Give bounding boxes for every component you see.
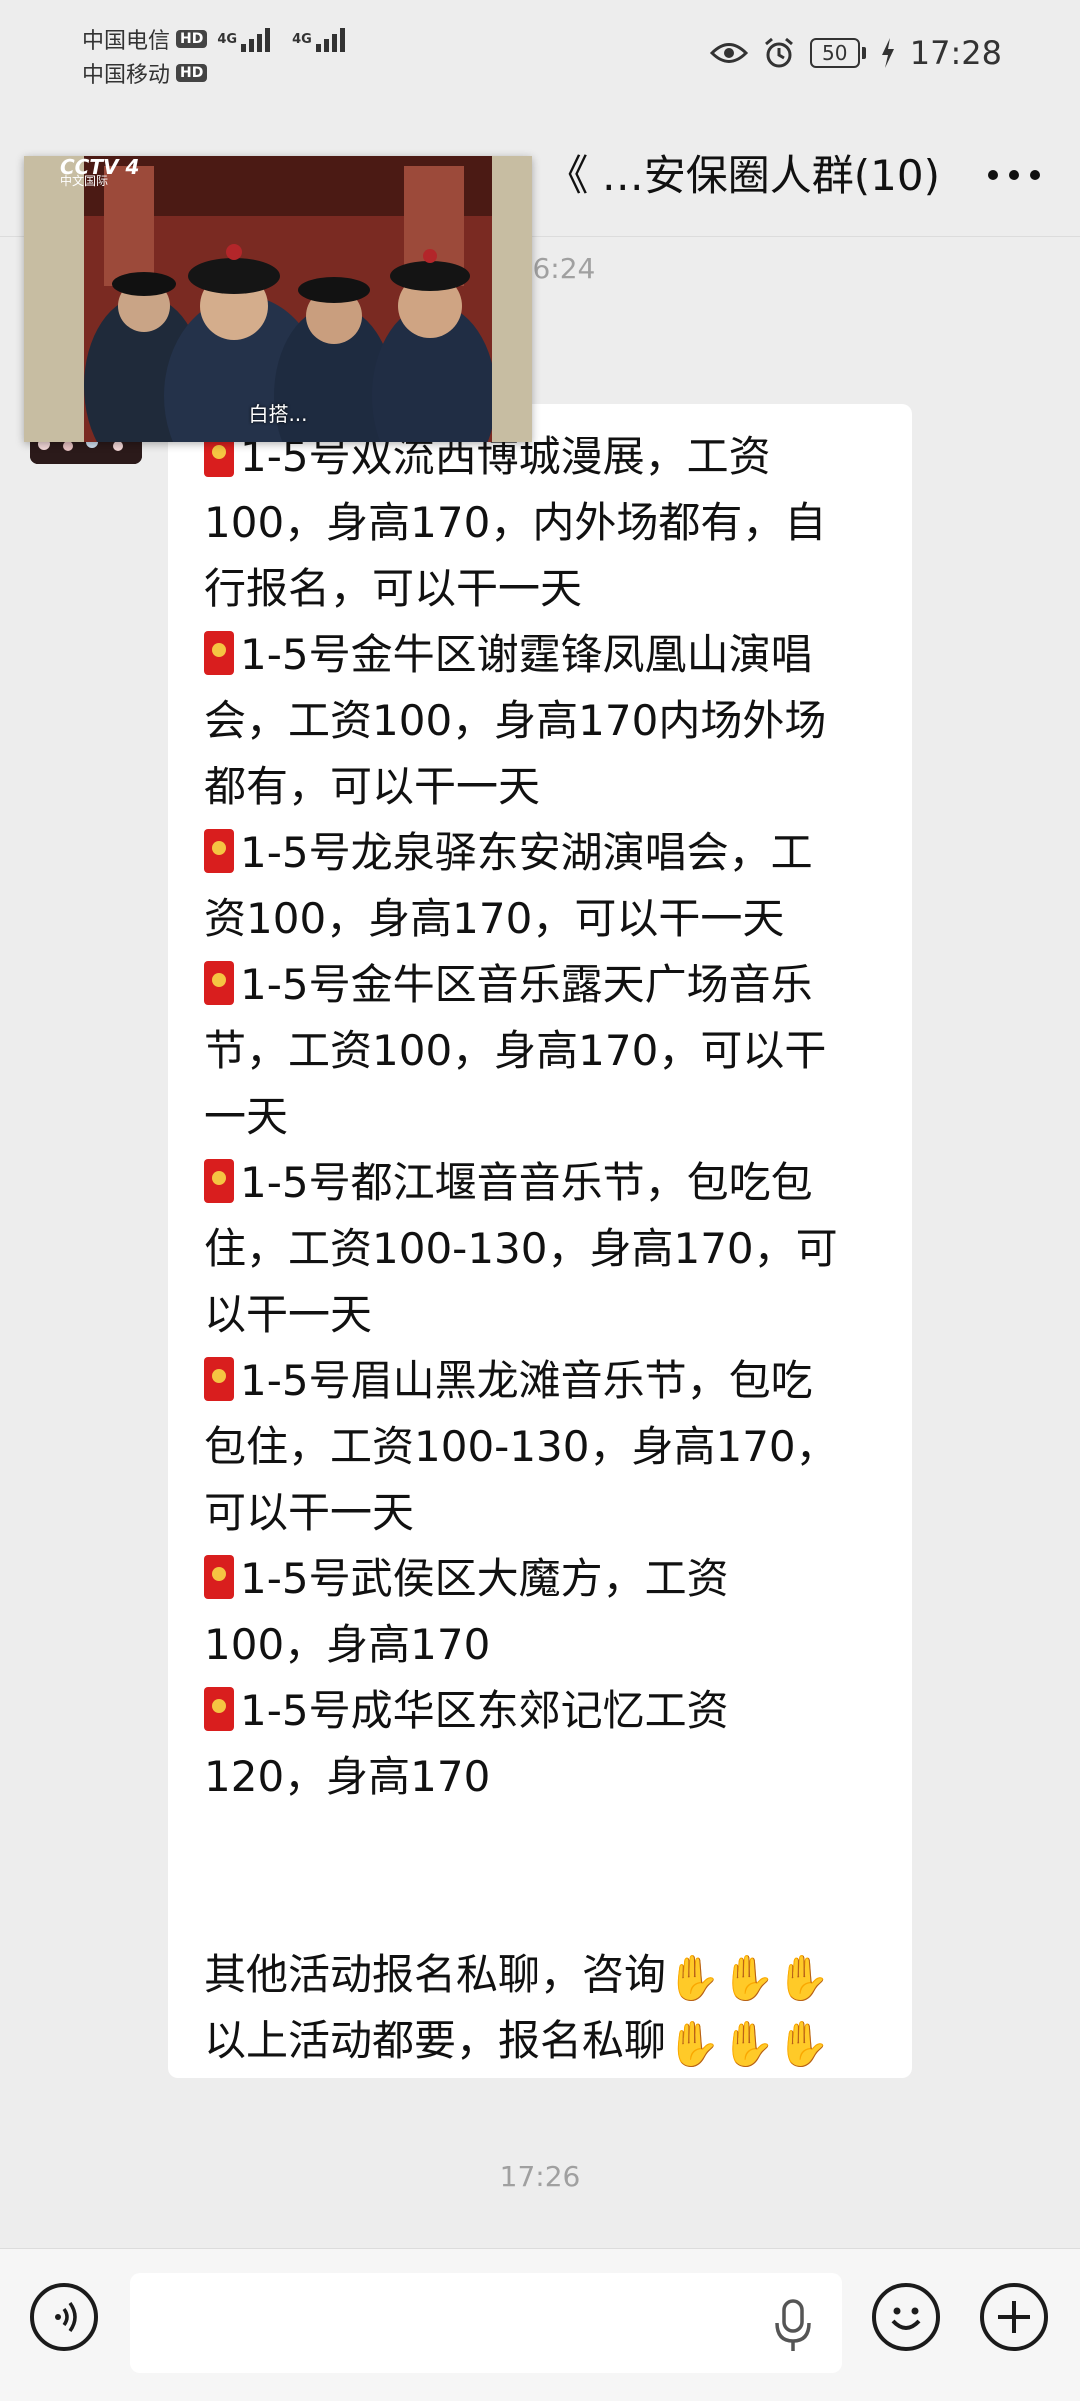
message-text: 100，身高170，内外场都有，自 — [204, 498, 827, 547]
channel-logo: CCTV 4 中文国际 — [60, 156, 140, 188]
red-envelope-icon — [204, 1159, 234, 1203]
voice-mode-button[interactable] — [30, 2283, 98, 2351]
floating-video-window[interactable]: CCTV 4 中文国际 白搭... — [24, 156, 532, 442]
voice-icon — [55, 2301, 77, 2333]
message-text: 包住，工资100-130，身高170， — [204, 1422, 838, 1471]
eye-comfort-icon — [709, 43, 748, 63]
more-options-icon[interactable] — [988, 170, 1040, 180]
red-envelope-icon — [204, 1357, 234, 1401]
carrier-info: 中国电信 HD 4G 4G 中国移动 HD — [82, 22, 345, 90]
message-line: 可以干一天 — [204, 1480, 882, 1546]
message-line: 一天 — [204, 1084, 882, 1150]
message-line: 其他活动报名私聊，咨询✋✋✋ — [204, 1942, 882, 2008]
message-text: 以上活动都要，报名私聊 — [204, 2016, 667, 2065]
microphone-icon[interactable] — [772, 2299, 814, 2353]
message-text: 1-5号武侯区大魔方，工资 — [240, 1554, 729, 1603]
message-line: 1-5号成华区东郊记忆工资 — [204, 1678, 882, 1744]
add-more-button[interactable] — [980, 2283, 1048, 2351]
message-text: 节，工资100，身高170，可以干 — [204, 1026, 827, 1075]
carrier-row-1: 中国电信 HD 4G 4G — [82, 22, 345, 56]
message-text: 可以干一天 — [204, 1488, 415, 1537]
red-envelope-icon — [204, 961, 234, 1005]
message-line: 1-5号龙泉驿东安湖演唱会，工 — [204, 820, 882, 886]
praying-hands-icon: ✋ — [720, 1953, 776, 2004]
message-text: 都有，可以干一天 — [204, 762, 541, 811]
carrier-name: 中国移动 — [82, 63, 171, 88]
battery-level: 50 — [809, 38, 860, 68]
plus-icon — [998, 2301, 1030, 2333]
hd-badge: HD — [176, 30, 208, 48]
message-bubble[interactable]: 1-5号双流西博城漫展，工资 100，身高170，内外场都有，自 行报名，可以干一天… — [168, 404, 912, 2078]
message-text: 1-5号金牛区音乐露天广场音乐 — [240, 960, 813, 1009]
message-line: 节，工资100，身高170，可以干 — [204, 1018, 882, 1084]
message-line: 行报名，可以干一天 — [204, 556, 882, 622]
emoji-button[interactable] — [872, 2283, 940, 2351]
message-text: 1-5号龙泉驿东安湖演唱会，工 — [240, 828, 813, 877]
red-envelope-icon — [204, 631, 234, 675]
message-line: 1-5号都江堰音音乐节，包吃包 — [204, 1150, 882, 1216]
message-line: 以干一天 — [204, 1282, 882, 1348]
praying-hands-icon: ✋ — [666, 1953, 721, 2004]
message-line: 1-5号金牛区音乐露天广场音乐 — [204, 952, 882, 1018]
message-line: 100，身高170，内外场都有，自 — [204, 490, 882, 556]
message-text: 1-5号成华区东郊记忆工资 — [240, 1686, 729, 1735]
message-text: 1-5号都江堰音音乐节，包吃包 — [240, 1158, 813, 1207]
praying-hands-icon: ✋ — [775, 1953, 831, 2004]
message-line: 1-5号金牛区谢霆锋凤凰山演唱 — [204, 622, 882, 688]
red-envelope-icon — [204, 1555, 234, 1599]
message-text: 住，工资100-130，身高170，可 — [204, 1224, 838, 1273]
clock: 17:28 — [909, 34, 1002, 72]
message-text: 120，身高170 — [204, 1752, 491, 1801]
message-line: 以上活动都要，报名私聊✋✋✋ — [204, 2008, 882, 2074]
message-text: 其他活动报名私聊，咨询 — [204, 1950, 667, 1999]
message-line: 包住，工资100-130，身高170， — [204, 1414, 882, 1480]
message-text: 100，身高170 — [204, 1620, 491, 1669]
message-line: 会，工资100，身高170内场外场 — [204, 688, 882, 754]
message-text: 会，工资100，身高170内场外场 — [204, 696, 827, 745]
message-timestamp: 17:26 — [499, 2160, 581, 2193]
praying-hands-icon: ✋ — [720, 2019, 776, 2070]
message-text: 资100，身高170，可以干一天 — [204, 894, 785, 943]
charging-icon — [881, 38, 894, 68]
message-line: 120，身高170 — [204, 1744, 882, 1810]
status-icons: 50 17:28 — [709, 28, 1002, 78]
red-envelope-icon — [204, 1687, 234, 1731]
message-input[interactable] — [130, 2273, 842, 2373]
message-text: 以干一天 — [204, 1290, 373, 1339]
alarm-icon — [764, 37, 793, 68]
message-line — [204, 1876, 882, 1942]
message-text: 1-5号金牛区谢霆锋凤凰山演唱 — [240, 630, 813, 679]
message-text: 行报名，可以干一天 — [204, 564, 583, 613]
message-line: 1-5号眉山黑龙滩音乐节，包吃 — [204, 1348, 882, 1414]
message-line: 资100，身高170，可以干一天 — [204, 886, 882, 952]
channel-name: CCTV 4 — [60, 156, 140, 179]
message-line — [204, 1810, 882, 1876]
signal-icon — [315, 26, 345, 52]
praying-hands-icon: ✋ — [666, 2019, 721, 2070]
hd-badge: HD — [176, 64, 208, 82]
video-subtitle: 白搭... — [248, 402, 308, 426]
red-envelope-icon — [204, 829, 234, 873]
network-type: 4G — [292, 31, 312, 47]
message-line: 1-5号武侯区大魔方，工资 — [204, 1546, 882, 1612]
message-text: 1-5号眉山黑龙滩音乐节，包吃 — [240, 1356, 813, 1405]
carrier-row-2: 中国移动 HD — [82, 56, 345, 90]
message-line: 100，身高170 — [204, 1612, 882, 1678]
network-type: 4G — [217, 31, 238, 47]
message-line: 都有，可以干一天 — [204, 754, 882, 820]
signal-icon — [241, 26, 271, 52]
smiley-icon — [891, 2307, 921, 2330]
battery-icon — [861, 47, 866, 59]
message-text: 一天 — [204, 1092, 289, 1141]
status-bar: 中国电信 HD 4G 4G 中国移动 HD 50 17:28 — [0, 0, 1080, 118]
praying-hands-icon: ✋ — [775, 2019, 831, 2070]
carrier-name: 中国电信 — [82, 29, 171, 54]
message-line: 住，工资100-130，身高170，可 — [204, 1216, 882, 1282]
input-bar — [0, 2248, 1080, 2401]
